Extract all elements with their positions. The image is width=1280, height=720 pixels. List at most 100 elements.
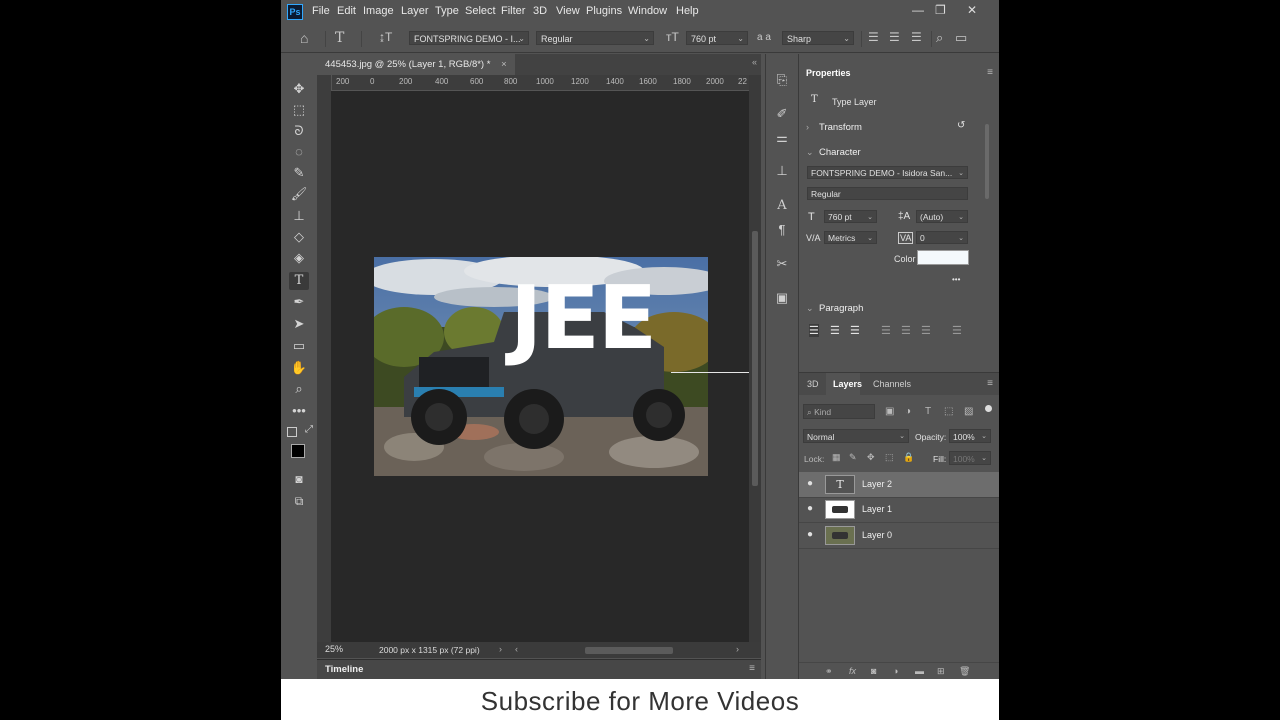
new-adjustment-icon[interactable]: ◑ bbox=[893, 666, 898, 676]
kerning-field[interactable]: Metrics ⌄ bbox=[824, 231, 877, 244]
minimize-icon[interactable]: — bbox=[912, 3, 924, 17]
opacity-field[interactable]: 100% ⌄ bbox=[949, 429, 991, 443]
quick-mask-icon[interactable]: ◙ bbox=[289, 470, 309, 488]
more-tools-icon[interactable]: ••• bbox=[289, 402, 309, 420]
tab-channels[interactable]: Channels bbox=[873, 379, 911, 389]
hand-tool-icon[interactable]: ✋ bbox=[289, 359, 309, 377]
chevron-right-icon[interactable]: › bbox=[499, 644, 502, 654]
filter-shape-icon[interactable]: ⬚ bbox=[944, 406, 953, 417]
antialias-dropdown[interactable]: Sharp ⌄ bbox=[782, 31, 854, 45]
paragraph-header[interactable]: Paragraph bbox=[819, 303, 863, 314]
horizontal-scroll-thumb[interactable] bbox=[585, 647, 673, 654]
layer-name[interactable]: Layer 2 bbox=[862, 479, 892, 489]
align-center-icon[interactable]: ☰ bbox=[889, 30, 900, 44]
menu-select[interactable]: Select bbox=[465, 5, 496, 17]
filter-smart-object-icon[interactable]: ▨ bbox=[964, 406, 973, 417]
paint-bucket-tool-icon[interactable]: ◈ bbox=[289, 249, 309, 267]
font-style-field[interactable]: Regular bbox=[807, 187, 968, 200]
toggle-text-orientation-icon[interactable]: ↨T bbox=[379, 30, 392, 44]
marquee-tool-icon[interactable]: ⬚ bbox=[289, 101, 309, 119]
filter-pixel-icon[interactable]: ▣ bbox=[885, 406, 894, 417]
eyedropper-tool-icon[interactable]: ✎ bbox=[289, 164, 309, 182]
chevron-down-icon[interactable]: ⌄ bbox=[806, 147, 814, 158]
panel-menu-icon[interactable]: ≡ bbox=[987, 67, 993, 78]
swap-colors-icon[interactable]: ⤢ bbox=[299, 421, 319, 439]
fx-icon[interactable]: fx bbox=[849, 666, 856, 676]
default-colors-icon[interactable] bbox=[287, 427, 297, 437]
lock-pixels-icon[interactable]: ✎ bbox=[849, 452, 857, 463]
brush-settings-icon[interactable]: ✐ bbox=[772, 104, 792, 124]
libraries-icon[interactable]: ▣ bbox=[772, 288, 792, 308]
font-size-field[interactable]: 760 pt ⌄ bbox=[824, 210, 877, 223]
layer-name[interactable]: Layer 0 bbox=[862, 530, 892, 540]
transform-header[interactable]: Transform bbox=[819, 122, 862, 133]
layer-row-layer-1[interactable]: ● Layer 1 bbox=[799, 497, 999, 523]
align-right-icon[interactable]: ☰ bbox=[850, 324, 860, 337]
menu-3d[interactable]: 3D bbox=[533, 5, 547, 17]
history-icon[interactable]: ⎘ bbox=[772, 70, 792, 90]
link-layers-icon[interactable]: ⚭ bbox=[825, 666, 833, 677]
quick-selection-tool-icon[interactable]: ◌ bbox=[289, 143, 309, 161]
chevron-left-icon[interactable]: ‹ bbox=[515, 644, 518, 654]
tab-3d[interactable]: 3D bbox=[807, 379, 819, 389]
menu-plugins[interactable]: Plugins bbox=[586, 5, 622, 17]
filter-type-icon[interactable]: T bbox=[925, 406, 931, 417]
lock-transparent-icon[interactable]: ▦ bbox=[832, 452, 841, 463]
visibility-eye-icon[interactable]: ● bbox=[807, 478, 813, 489]
character-header[interactable]: Character bbox=[819, 147, 861, 158]
eraser-tool-icon[interactable]: ◇ bbox=[289, 228, 309, 246]
chevron-down-icon[interactable]: ⌄ bbox=[806, 303, 814, 314]
chevron-right-icon[interactable]: › bbox=[736, 644, 739, 654]
adjustments-icon[interactable]: ⚌ bbox=[772, 128, 792, 148]
timeline-title[interactable]: Timeline bbox=[325, 664, 363, 675]
properties-scrollbar[interactable] bbox=[985, 124, 989, 199]
lasso-tool-icon[interactable]: ᘐ bbox=[289, 122, 309, 140]
type-tool-icon[interactable]: T bbox=[289, 272, 309, 290]
more-options-icon[interactable]: ••• bbox=[952, 275, 960, 284]
justify-last-right-icon[interactable]: ☰ bbox=[921, 324, 931, 337]
foreground-color-swatch[interactable] bbox=[291, 444, 305, 458]
filter-toggle-icon[interactable] bbox=[985, 405, 992, 412]
fill-field[interactable]: 100% ⌄ bbox=[949, 451, 991, 465]
clone-source-icon[interactable]: ⊥ bbox=[772, 161, 792, 181]
type-tool-icon[interactable]: T bbox=[335, 30, 344, 46]
panel-menu-icon[interactable]: ≡ bbox=[749, 663, 755, 674]
document-tab[interactable]: 445453.jpg @ 25% (Layer 1, RGB/8*) * × bbox=[317, 54, 515, 75]
font-size-dropdown[interactable]: 760 pt ⌄ bbox=[686, 31, 748, 45]
screen-mode-icon[interactable]: ⧉ bbox=[289, 492, 309, 510]
add-mask-icon[interactable]: ◙ bbox=[871, 666, 876, 676]
workspace-icon[interactable]: ▭ bbox=[955, 30, 967, 46]
tab-properties[interactable]: Properties bbox=[806, 68, 851, 78]
canvas[interactable]: JEE bbox=[331, 91, 749, 642]
collapse-icon[interactable]: « bbox=[752, 57, 757, 67]
zoom-level[interactable]: 25% bbox=[325, 644, 343, 654]
lock-position-icon[interactable]: ✥ bbox=[867, 452, 875, 463]
panel-menu-icon[interactable]: ≡ bbox=[987, 378, 993, 389]
new-group-icon[interactable]: ▬ bbox=[915, 666, 924, 676]
align-left-icon[interactable]: ☰ bbox=[868, 30, 879, 44]
visibility-eye-icon[interactable]: ● bbox=[807, 529, 813, 540]
layer-row-layer-2[interactable]: ● T Layer 2 bbox=[799, 472, 999, 498]
move-tool-icon[interactable]: ✥ bbox=[289, 80, 309, 98]
canvas-text[interactable]: JEE bbox=[510, 268, 657, 368]
close-icon[interactable]: ✕ bbox=[967, 3, 977, 17]
align-center-icon[interactable]: ☰ bbox=[830, 324, 840, 337]
tab-layers[interactable]: Layers bbox=[833, 379, 862, 389]
menu-edit[interactable]: Edit bbox=[337, 5, 356, 17]
visibility-eye-icon[interactable]: ● bbox=[807, 503, 813, 514]
delete-layer-icon[interactable]: 🗑 bbox=[959, 666, 970, 677]
justify-all-icon[interactable]: ☰ bbox=[952, 324, 962, 337]
menu-layer[interactable]: Layer bbox=[401, 5, 429, 17]
menu-view[interactable]: View bbox=[556, 5, 580, 17]
close-tab-icon[interactable]: × bbox=[501, 59, 507, 70]
leading-field[interactable]: (Auto) ⌄ bbox=[916, 210, 968, 223]
home-icon[interactable]: ⌂ bbox=[300, 30, 308, 46]
chevron-right-icon[interactable]: › bbox=[806, 122, 809, 132]
vertical-scrollbar[interactable] bbox=[749, 75, 761, 642]
brush-tool-icon[interactable]: 🖌 bbox=[289, 185, 309, 203]
tools-presets-icon[interactable]: ✂ bbox=[772, 254, 792, 274]
new-layer-icon[interactable]: ⊞ bbox=[937, 666, 945, 677]
menu-file[interactable]: File bbox=[312, 5, 330, 17]
font-family-dropdown[interactable]: FONTSPRING DEMO - I... ⌄ bbox=[409, 31, 529, 45]
text-color-swatch[interactable] bbox=[917, 250, 969, 265]
